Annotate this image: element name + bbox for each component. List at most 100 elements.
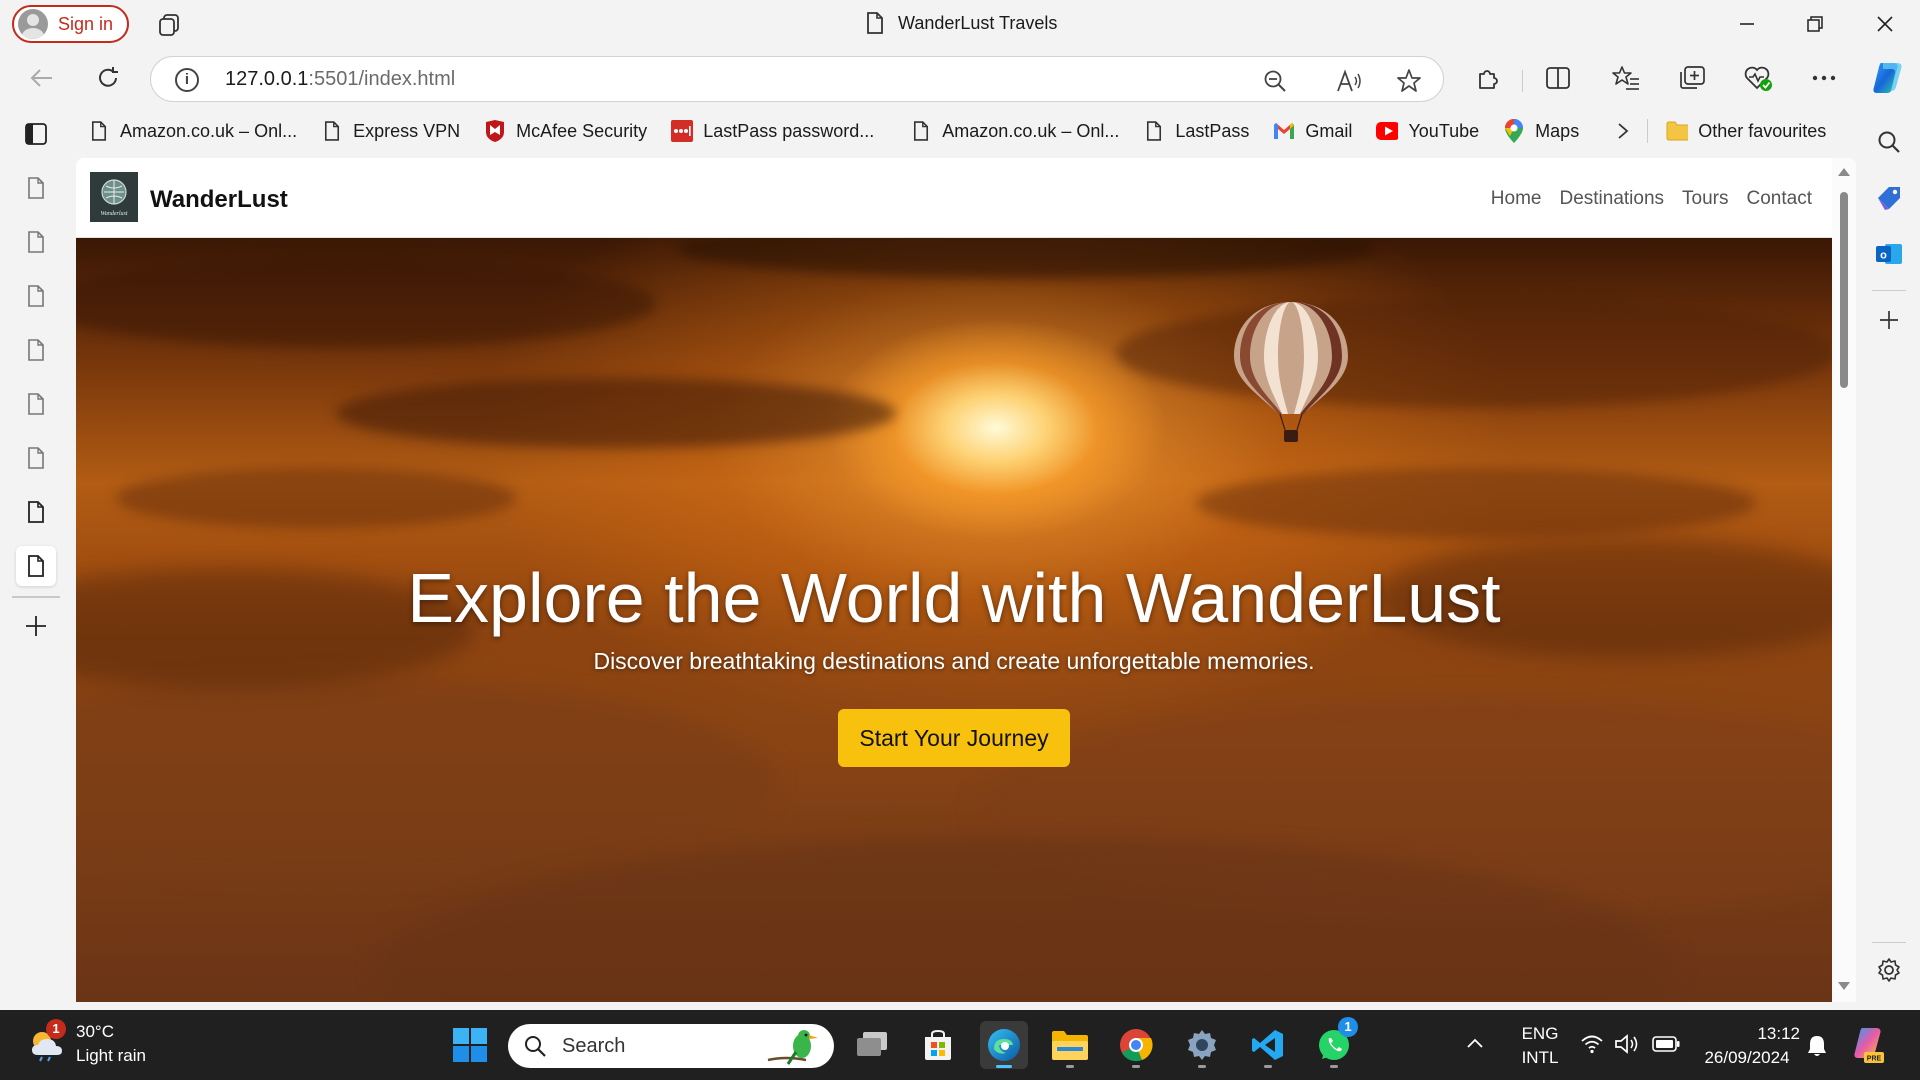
other-favourites-folder[interactable]: Other favourites [1654, 113, 1838, 149]
split-screen-icon[interactable] [1542, 62, 1574, 94]
clock[interactable]: 13:12 26/09/2024 [1694, 1022, 1800, 1070]
more-options-icon[interactable] [1808, 62, 1840, 94]
favourite-item[interactable]: Gmail [1261, 113, 1364, 149]
running-indicator [1330, 1065, 1338, 1068]
vertical-tab-4[interactable] [16, 330, 56, 370]
favourites-overflow-chevron-icon[interactable] [1605, 113, 1641, 149]
favourites-icon[interactable] [1610, 62, 1642, 94]
browser-essentials-icon[interactable] [1742, 62, 1774, 94]
task-view-icon[interactable] [848, 1021, 896, 1069]
vertical-tab-active[interactable] [16, 546, 56, 586]
volume-icon[interactable] [1614, 1034, 1640, 1059]
minimize-icon[interactable] [1733, 10, 1761, 38]
microsoft-store-icon[interactable] [914, 1021, 962, 1069]
read-aloud-icon[interactable] [1335, 67, 1363, 95]
hero-cloud [1196, 468, 1756, 538]
site-nav-links: Home Destinations Tours Contact [1491, 188, 1812, 210]
search-icon[interactable] [1871, 124, 1907, 160]
vertical-tab-7[interactable] [16, 492, 56, 532]
sidebar-settings-gear-icon[interactable] [1871, 952, 1907, 988]
scroll-down-arrow-icon[interactable] [1838, 982, 1850, 990]
vertical-tab-1[interactable] [16, 168, 56, 208]
running-indicator [1198, 1065, 1206, 1068]
favourite-item[interactable]: Amazon.co.uk – Onl... [76, 113, 309, 149]
windows-start-icon[interactable] [446, 1021, 494, 1069]
scrollbar-thumb[interactable] [1840, 192, 1848, 388]
running-indicator [1066, 1065, 1074, 1068]
scroll-up-arrow-icon[interactable] [1838, 168, 1850, 176]
favourite-label: LastPass password... [703, 120, 875, 141]
nav-link-home[interactable]: Home [1491, 188, 1542, 210]
taskbar-search-box[interactable]: Search [508, 1024, 834, 1068]
page-icon [28, 501, 44, 523]
extensions-icon[interactable] [1472, 62, 1504, 94]
new-tab-plus-icon[interactable] [16, 606, 56, 646]
lastpass-icon [671, 120, 694, 142]
vertical-tab-5[interactable] [16, 384, 56, 424]
outlook-icon[interactable]: o [1871, 236, 1907, 272]
collections-icon[interactable] [1676, 62, 1708, 94]
running-indicator [996, 1065, 1012, 1068]
favourite-item[interactable]: McAfee Security [472, 113, 659, 149]
nav-link-tours[interactable]: Tours [1682, 188, 1728, 210]
favourite-label: Amazon.co.uk – Onl... [942, 120, 1120, 141]
favourites-divider [1647, 119, 1649, 143]
favourite-label: Maps [1535, 120, 1580, 141]
favourite-item[interactable]: YouTube [1364, 113, 1491, 149]
favourite-item[interactable]: Amazon.co.uk – Onl... [898, 113, 1131, 149]
refresh-icon[interactable] [92, 62, 124, 94]
taskbar-search-placeholder: Search [562, 1034, 626, 1057]
vertical-tabs-toggle-icon[interactable] [16, 114, 56, 154]
favourite-item[interactable]: Express VPN [309, 113, 472, 149]
close-icon[interactable] [1871, 10, 1899, 38]
chrome-icon[interactable] [1112, 1021, 1160, 1069]
other-favourites-label: Other favourites [1698, 120, 1827, 141]
back-arrow-icon[interactable] [26, 62, 58, 94]
tab-title: WanderLust Travels [898, 12, 1058, 33]
copilot-icon[interactable] [1868, 58, 1908, 98]
nav-link-contact[interactable]: Contact [1747, 188, 1812, 210]
favourite-label: Gmail [1305, 120, 1353, 141]
nav-link-destinations[interactable]: Destinations [1559, 188, 1664, 210]
input-language-indicator[interactable]: ENG INTL [1510, 1022, 1570, 1070]
hero-subtitle: Discover breathtaking destinations and c… [593, 648, 1315, 674]
show-hidden-icons-chevron-icon[interactable] [1466, 1036, 1484, 1054]
file-explorer-icon[interactable] [1046, 1021, 1094, 1069]
favourite-star-icon[interactable] [1395, 67, 1423, 95]
favourite-item[interactable]: LastPass [1131, 113, 1261, 149]
restore-icon[interactable] [1801, 10, 1829, 38]
sign-in-button[interactable]: Sign in [12, 5, 130, 43]
vertical-tab-2[interactable] [16, 222, 56, 262]
favourite-item[interactable]: LastPass password... [659, 113, 886, 149]
active-tab[interactable]: WanderLust Travels [866, 12, 1057, 34]
page-scrollbar[interactable] [1832, 158, 1856, 1002]
tab-actions-icon[interactable] [156, 12, 182, 38]
shopping-tag-icon[interactable] [1871, 180, 1907, 216]
weather-widget[interactable]: 1 30°C Light rain [28, 1019, 146, 1068]
wifi-icon[interactable] [1580, 1034, 1604, 1059]
wanderlust-logo[interactable]: Wanderlust [90, 172, 138, 222]
address-bar[interactable]: i 127.0.0.1:5501/index.html [150, 56, 1444, 102]
clock-date: 26/09/2024 [1704, 1048, 1790, 1067]
favourite-item[interactable]: Maps [1491, 113, 1591, 149]
vscode-icon[interactable] [1244, 1021, 1292, 1069]
notification-bell-icon[interactable] [1806, 1034, 1828, 1063]
hero-cloud [76, 258, 656, 348]
start-journey-button[interactable]: Start Your Journey [838, 709, 1070, 767]
weather-alert-badge: 1 [46, 1019, 66, 1039]
battery-icon[interactable] [1652, 1036, 1680, 1057]
settings-gear-icon[interactable] [1178, 1021, 1226, 1069]
site-brand-name[interactable]: WanderLust [150, 186, 288, 214]
zoom-out-icon[interactable] [1261, 67, 1289, 95]
edge-taskbar-icon[interactable] [980, 1021, 1028, 1069]
site-info-icon[interactable]: i [175, 68, 199, 92]
logo-wordmark: Wanderlust [100, 211, 127, 217]
hero-cloud [1116, 298, 1832, 408]
url-text[interactable]: 127.0.0.1:5501/index.html [225, 68, 455, 91]
copilot-preview-icon[interactable]: PRE [1850, 1024, 1890, 1071]
vertical-tab-3[interactable] [16, 276, 56, 316]
page-icon [28, 177, 44, 199]
vertical-tab-6[interactable] [16, 438, 56, 478]
whatsapp-icon[interactable]: 1 [1310, 1017, 1358, 1069]
add-sidebar-app-icon[interactable] [1871, 302, 1907, 338]
